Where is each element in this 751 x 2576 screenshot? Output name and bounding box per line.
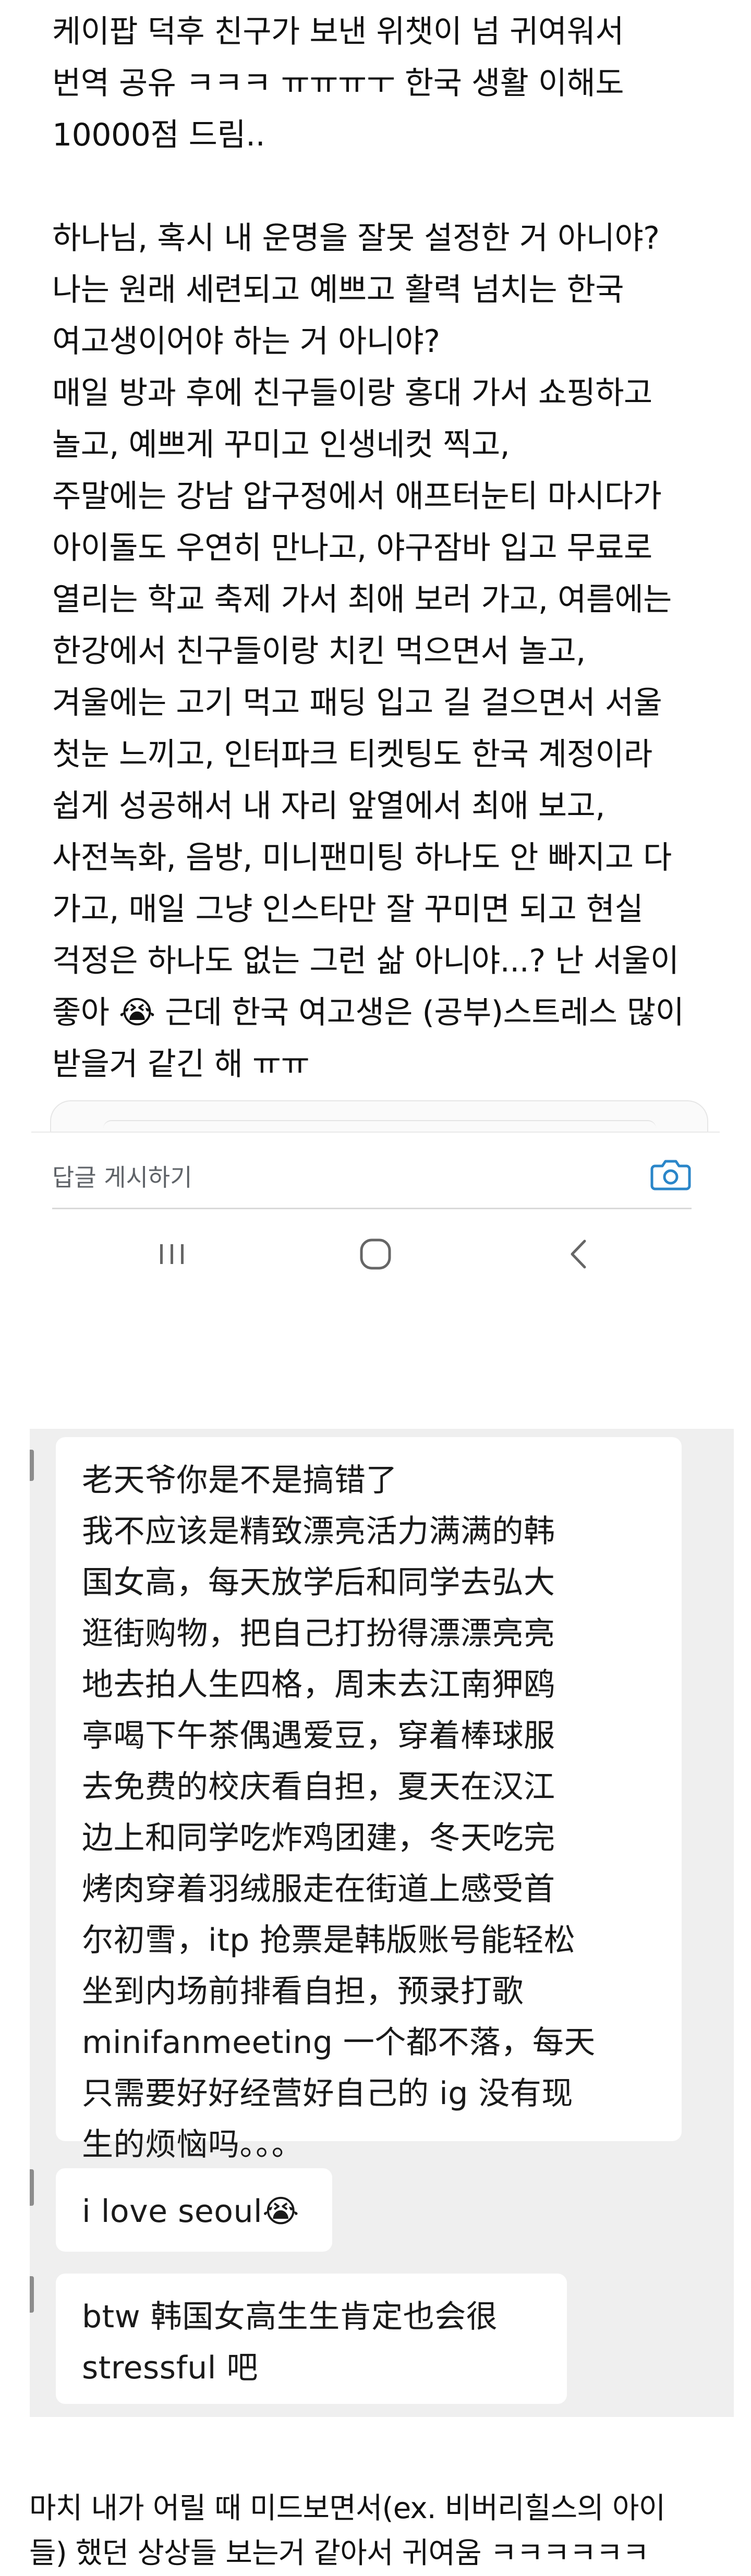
post-body: 케이팝 덕후 친구가 보낸 위챗이 넘 귀여워서 번역 공유 ㅋㅋㅋ ㅠㅠㅠㅜ … <box>52 6 709 1090</box>
post-line: 겨울에는 고기 먹고 패딩 입고 길 걸으면서 서울 <box>52 685 662 721</box>
post-line: 한강에서 친구들이랑 치킨 먹으면서 놀고, <box>52 633 586 670</box>
post-line: 열리는 학교 축제 가서 최애 보러 가고, 여름에는 <box>52 581 672 618</box>
message-line: 老天爷你是不是搞错了 <box>82 1462 397 1499</box>
home-glyph <box>360 1238 391 1270</box>
post-line: 아이돌도 우연히 만나고, 야구잠바 입고 무료로 <box>52 530 652 566</box>
comment-line: 들) 했던 상상들 보는거 같아서 귀여움 ㅋㅋㅋㅋㅋㅋ <box>29 2536 649 2570</box>
avatar <box>30 2169 34 2206</box>
message-line: stressful 吧 <box>82 2350 258 2386</box>
avatar <box>30 2276 34 2313</box>
chat-screenshot: 老天爷你是不是搞错了 我不应该是精致漂亮活力满满的韩 国女高，每天放学后和同学去… <box>30 1429 734 2417</box>
message-line: 我不应该是精致漂亮活力满满的韩 <box>82 1513 555 1550</box>
camera-icon-glyph <box>650 1160 691 1190</box>
post-line: 케이팝 덕후 친구가 보낸 위챗이 넘 귀여워서 <box>52 14 624 50</box>
post-line: 여고생이어야 하는 거 아니야? <box>52 323 440 360</box>
post-line: 10000점 드림.. <box>52 117 265 153</box>
reply-input-placeholder[interactable]: 답글 게시하기 <box>52 1159 192 1193</box>
post-line: 받을거 같긴 해 ㅠㅠ <box>52 1046 310 1083</box>
message-line: 尔初雪，itp 抢票是韩版账号能轻松 <box>82 1922 576 1959</box>
reply-bar[interactable]: 답글 게시하기 <box>52 1135 692 1209</box>
post-line: 나는 원래 세련되고 예쁘고 활력 넘치는 한국 <box>52 272 624 308</box>
embedded-card[interactable] <box>50 1100 708 1132</box>
post-line: 쉽게 성공해서 내 자리 앞열에서 최애 보고, <box>52 788 605 824</box>
chat-bubble: i love seoul😭 <box>56 2168 332 2252</box>
chat-bubble: btw 韩国女高生生肯定也会很 stressful 吧 <box>56 2274 567 2404</box>
post-line: 좋아 😭 근데 한국 여고생은 (공부)스트레스 많이 <box>52 994 684 1031</box>
message-line: 只需要好好经营好自己的 ig 没有现 <box>82 2075 573 2112</box>
app-screenshot: 답글 게시하기 <box>31 1100 720 1330</box>
message-line: 生的烦恼吗。。。 <box>82 2127 303 2163</box>
back-glyph <box>571 1240 586 1269</box>
comment-line: 마치 내가 어릴 때 미드보면서(ex. 비버리힐스의 아이 <box>29 2492 665 2525</box>
message-line: 坐到内场前排看自担，预录打歌 <box>82 1973 524 2010</box>
message-line: 国女高，每天放学后和同学去弘大 <box>82 1564 555 1601</box>
post-line: 주말에는 강남 압구정에서 애프터눈티 마시다가 <box>52 478 662 515</box>
message-line: 地去拍人生四格，周末去江南狎鸥 <box>82 1667 555 1703</box>
recent-apps-icon[interactable] <box>149 1231 196 1278</box>
home-icon[interactable] <box>352 1231 399 1278</box>
back-icon[interactable] <box>555 1231 602 1278</box>
camera-icon[interactable] <box>650 1156 692 1192</box>
post-line: 사전녹화, 음방, 미니팬미팅 하나도 안 빠지고 다 <box>52 840 672 876</box>
message-line: i love seoul😭 <box>82 2193 299 2230</box>
chat-bubble: 老天爷你是不是搞错了 我不应该是精致漂亮活力满满的韩 国女高，每天放学后和同学去… <box>56 1437 682 2163</box>
message-line: 去免费的校庆看自担，夏天在汉江 <box>82 1769 555 1805</box>
post-line: 번역 공유 ㅋㅋㅋ ㅠㅠㅠㅜ 한국 생활 이해도 <box>52 65 624 102</box>
system-nav-bar <box>31 1231 720 1298</box>
post-line: 하나님, 혹시 내 운명을 잘못 설정한 거 아니야? <box>52 220 660 257</box>
message-line: minifanmeeting 一个都不落，每天 <box>82 2024 596 2061</box>
message-line: btw 韩国女高生生肯定也会很 <box>82 2299 498 2335</box>
recent-apps-glyph <box>160 1244 184 1264</box>
post-line: 걱정은 하나도 없는 그런 삶 아니야...? 난 서울이 <box>52 943 679 979</box>
post-line: 첫눈 느끼고, 인터파크 티켓팅도 한국 계정이라 <box>52 736 652 773</box>
post-line: 놀고, 예쁘게 꾸미고 인생네컷 찍고, <box>52 427 510 463</box>
avatar <box>30 1450 34 1481</box>
message-line: 边上和同学吃炸鸡团建，冬天吃完 <box>82 1820 555 1856</box>
post-line: 가고, 매일 그냥 인스타만 잘 꾸미면 되고 현실 <box>52 891 644 928</box>
message-line: 亭喝下午茶偶遇爱豆，穿着棒球服 <box>82 1718 555 1754</box>
message-line: 逛街购物，把自己打扮得漂漂亮亮 <box>82 1615 555 1652</box>
comment-body: 마치 내가 어릴 때 미드보면서(ex. 비버리힐스의 아이 들) 했던 상상들… <box>29 2486 723 2576</box>
message-line: 烤肉穿着羽绒服走在街道上感受首 <box>82 1871 555 1907</box>
divider <box>31 1132 720 1133</box>
post-line: 매일 방과 후에 친구들이랑 홍대 가서 쇼핑하고 <box>52 375 652 411</box>
